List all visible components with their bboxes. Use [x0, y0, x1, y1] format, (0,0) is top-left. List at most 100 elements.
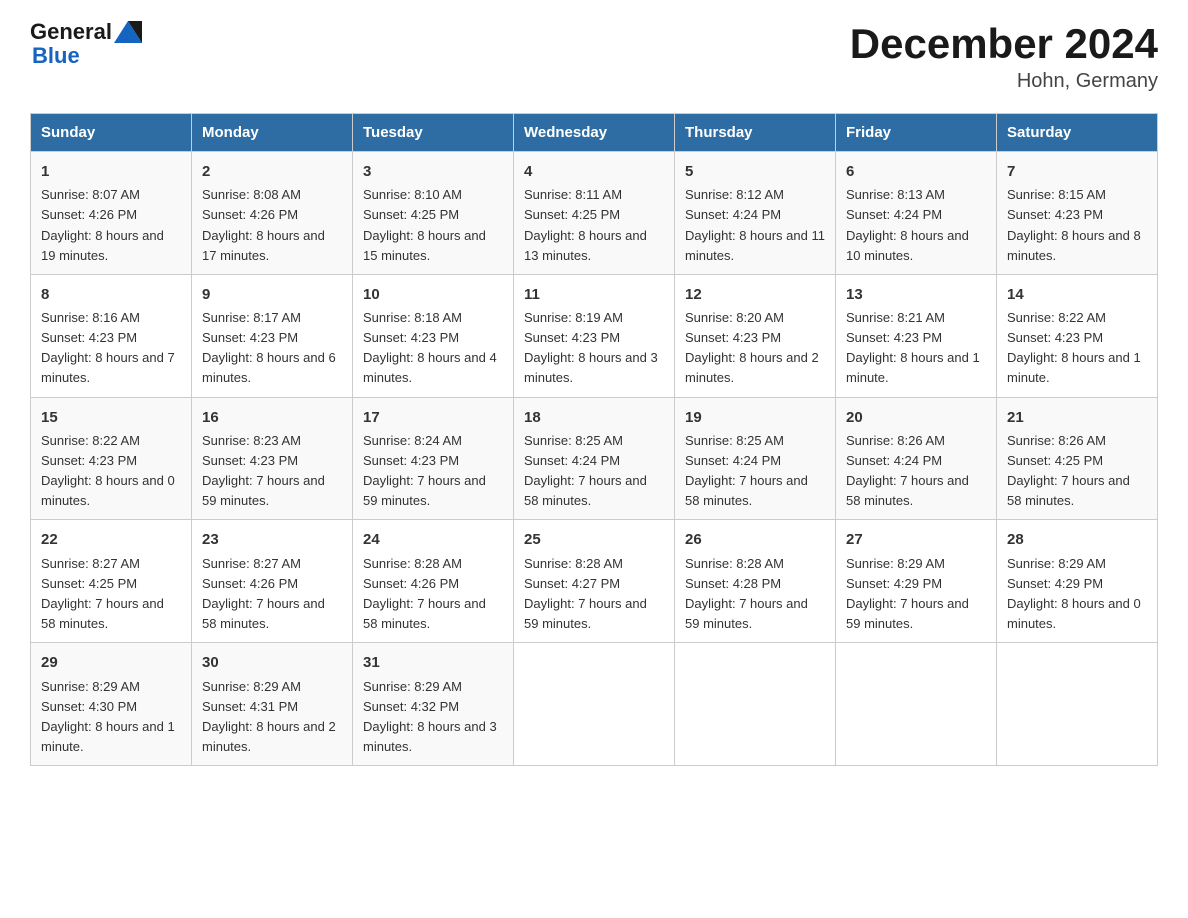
day-number: 4 [524, 160, 664, 183]
sunset-text: Sunset: 4:24 PM [685, 453, 781, 468]
sunset-text: Sunset: 4:31 PM [202, 699, 298, 714]
daylight-text: Daylight: 7 hours and 59 minutes. [363, 473, 486, 508]
calendar-cell [675, 643, 836, 766]
calendar-header-row: SundayMondayTuesdayWednesdayThursdayFrid… [31, 114, 1158, 152]
sunrise-text: Sunrise: 8:18 AM [363, 310, 462, 325]
calendar-table: SundayMondayTuesdayWednesdayThursdayFrid… [30, 113, 1158, 766]
sunset-text: Sunset: 4:23 PM [41, 453, 137, 468]
day-number: 9 [202, 283, 342, 306]
daylight-text: Daylight: 8 hours and 11 minutes. [685, 228, 825, 263]
sunset-text: Sunset: 4:23 PM [846, 330, 942, 345]
calendar-cell: 12Sunrise: 8:20 AMSunset: 4:23 PMDayligh… [675, 274, 836, 397]
daylight-text: Daylight: 8 hours and 0 minutes. [41, 473, 175, 508]
weekday-header-saturday: Saturday [997, 114, 1158, 152]
sunrise-text: Sunrise: 8:26 AM [846, 433, 945, 448]
sunrise-text: Sunrise: 8:25 AM [685, 433, 784, 448]
day-number: 17 [363, 406, 503, 429]
title-block: December 2024 Hohn, Germany [850, 20, 1158, 93]
daylight-text: Daylight: 7 hours and 59 minutes. [846, 596, 969, 631]
calendar-cell: 2Sunrise: 8:08 AMSunset: 4:26 PMDaylight… [192, 152, 353, 275]
sunrise-text: Sunrise: 8:28 AM [685, 556, 784, 571]
weekday-header-friday: Friday [836, 114, 997, 152]
sunrise-text: Sunrise: 8:24 AM [363, 433, 462, 448]
month-title: December 2024 [850, 20, 1158, 68]
sunset-text: Sunset: 4:23 PM [1007, 330, 1103, 345]
sunset-text: Sunset: 4:25 PM [524, 207, 620, 222]
calendar-cell: 26Sunrise: 8:28 AMSunset: 4:28 PMDayligh… [675, 520, 836, 643]
sunset-text: Sunset: 4:24 PM [846, 207, 942, 222]
sunrise-text: Sunrise: 8:07 AM [41, 187, 140, 202]
sunset-text: Sunset: 4:26 PM [202, 207, 298, 222]
daylight-text: Daylight: 8 hours and 4 minutes. [363, 350, 497, 385]
sunset-text: Sunset: 4:23 PM [363, 453, 459, 468]
day-number: 2 [202, 160, 342, 183]
daylight-text: Daylight: 7 hours and 59 minutes. [202, 473, 325, 508]
sunset-text: Sunset: 4:27 PM [524, 576, 620, 591]
calendar-week-row: 29Sunrise: 8:29 AMSunset: 4:30 PMDayligh… [31, 643, 1158, 766]
daylight-text: Daylight: 7 hours and 59 minutes. [524, 596, 647, 631]
calendar-cell: 27Sunrise: 8:29 AMSunset: 4:29 PMDayligh… [836, 520, 997, 643]
logo-blue-text: Blue [30, 44, 142, 68]
sunset-text: Sunset: 4:30 PM [41, 699, 137, 714]
calendar-cell: 10Sunrise: 8:18 AMSunset: 4:23 PMDayligh… [353, 274, 514, 397]
logo-triangle-icon [114, 21, 142, 43]
sunset-text: Sunset: 4:24 PM [685, 207, 781, 222]
calendar-cell [514, 643, 675, 766]
calendar-week-row: 15 Sunrise: 8:22 AM Sunset: 4:23 PM Dayligh… [31, 397, 1158, 520]
calendar-cell: 16Sunrise: 8:23 AMSunset: 4:23 PMDayligh… [192, 397, 353, 520]
day-number: 11 [524, 283, 664, 306]
sunset-text: Sunset: 4:32 PM [363, 699, 459, 714]
sunset-text: Sunset: 4:24 PM [524, 453, 620, 468]
sunrise-text: Sunrise: 8:19 AM [524, 310, 623, 325]
sunrise-text: Sunrise: 8:23 AM [202, 433, 301, 448]
daylight-text: Daylight: 8 hours and 3 minutes. [363, 719, 497, 754]
day-number: 30 [202, 651, 342, 674]
calendar-cell: 3Sunrise: 8:10 AMSunset: 4:25 PMDaylight… [353, 152, 514, 275]
calendar-cell: 9Sunrise: 8:17 AMSunset: 4:23 PMDaylight… [192, 274, 353, 397]
calendar-cell: 15 Sunrise: 8:22 AM Sunset: 4:23 PM Dayligh… [31, 397, 192, 520]
calendar-cell: 17 Sunrise: 8:24 AM Sunset: 4:23 PM Dayligh… [353, 397, 514, 520]
sunset-text: Sunset: 4:26 PM [202, 576, 298, 591]
calendar-cell: 4Sunrise: 8:11 AMSunset: 4:25 PMDaylight… [514, 152, 675, 275]
sunrise-text: Sunrise: 8:17 AM [202, 310, 301, 325]
day-number: 16 [202, 406, 342, 429]
sunrise-text: Sunrise: 8:29 AM [1007, 556, 1106, 571]
calendar-cell: 28Sunrise: 8:29 AMSunset: 4:29 PMDayligh… [997, 520, 1158, 643]
calendar-cell: 31Sunrise: 8:29 AMSunset: 4:32 PMDayligh… [353, 643, 514, 766]
calendar-cell: 25Sunrise: 8:28 AMSunset: 4:27 PMDayligh… [514, 520, 675, 643]
calendar-cell: 30Sunrise: 8:29 AMSunset: 4:31 PMDayligh… [192, 643, 353, 766]
daylight-text: Daylight: 7 hours and 58 minutes. [685, 473, 808, 508]
day-number: 20 [846, 406, 986, 429]
daylight-text: Daylight: 7 hours and 58 minutes. [41, 596, 164, 631]
sunset-text: Sunset: 4:23 PM [41, 330, 137, 345]
day-number: 12 [685, 283, 825, 306]
day-number: 15 [41, 406, 181, 429]
calendar-cell: 24Sunrise: 8:28 AMSunset: 4:26 PMDayligh… [353, 520, 514, 643]
calendar-cell: 22Sunrise: 8:27 AMSunset: 4:25 PMDayligh… [31, 520, 192, 643]
sunrise-text: Sunrise: 8:25 AM [524, 433, 623, 448]
daylight-text: Daylight: 8 hours and 10 minutes. [846, 228, 969, 263]
calendar-cell: 14Sunrise: 8:22 AMSunset: 4:23 PMDayligh… [997, 274, 1158, 397]
weekday-header-tuesday: Tuesday [353, 114, 514, 152]
sunrise-text: Sunrise: 8:22 AM [41, 433, 140, 448]
day-number: 7 [1007, 160, 1147, 183]
logo-general-text: General [30, 20, 112, 44]
sunset-text: Sunset: 4:23 PM [363, 330, 459, 345]
sunset-text: Sunset: 4:24 PM [846, 453, 942, 468]
day-number: 6 [846, 160, 986, 183]
sunrise-text: Sunrise: 8:29 AM [363, 679, 462, 694]
day-number: 3 [363, 160, 503, 183]
sunrise-text: Sunrise: 8:27 AM [202, 556, 301, 571]
sunrise-text: Sunrise: 8:15 AM [1007, 187, 1106, 202]
calendar-cell: 8Sunrise: 8:16 AMSunset: 4:23 PMDaylight… [31, 274, 192, 397]
calendar-cell: 29Sunrise: 8:29 AMSunset: 4:30 PMDayligh… [31, 643, 192, 766]
day-number: 24 [363, 528, 503, 551]
sunrise-text: Sunrise: 8:10 AM [363, 187, 462, 202]
page-header: General Blue December 2024 Hohn, Germany [30, 20, 1158, 93]
sunrise-text: Sunrise: 8:29 AM [41, 679, 140, 694]
sunset-text: Sunset: 4:23 PM [524, 330, 620, 345]
sunrise-text: Sunrise: 8:21 AM [846, 310, 945, 325]
calendar-cell: 7Sunrise: 8:15 AMSunset: 4:23 PMDaylight… [997, 152, 1158, 275]
sunset-text: Sunset: 4:23 PM [685, 330, 781, 345]
calendar-week-row: 1Sunrise: 8:07 AMSunset: 4:26 PMDaylight… [31, 152, 1158, 275]
